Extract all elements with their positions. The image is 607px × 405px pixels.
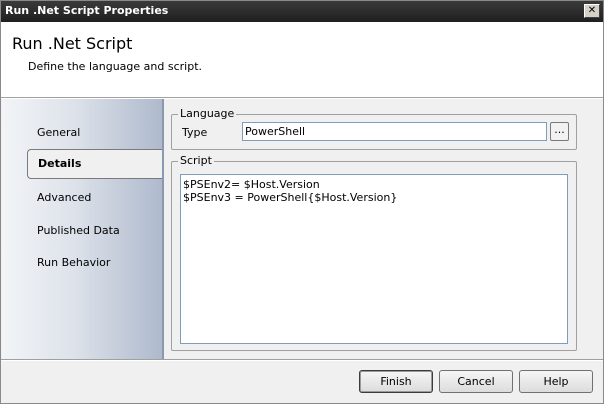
sidebar-item-general[interactable]: General [37,126,80,139]
window-title: Run .Net Script Properties [5,4,169,17]
script-editor[interactable]: $PSEnv2= $Host.Version $PSEnv3 = PowerSh… [180,174,568,344]
page-subtitle: Define the language and script. [28,60,203,73]
sidebar-nav: General Details Advanced Published Data … [2,99,164,359]
type-label: Type [182,126,208,139]
sidebar-item-run-behavior[interactable]: Run Behavior [37,256,110,269]
help-button[interactable]: Help [519,370,593,393]
title-bar[interactable]: Run .Net Script Properties ✕ [1,1,603,22]
script-line: $PSEnv2= $Host.Version [183,178,320,191]
sidebar-item-advanced[interactable]: Advanced [37,191,91,204]
page-title: Run .Net Script [12,34,133,53]
sidebar-divider [162,99,164,359]
language-group: Language Type PowerShell ... [171,107,577,150]
browse-language-button[interactable]: ... [550,122,569,141]
close-icon[interactable]: ✕ [584,4,600,18]
footer-divider [1,359,603,361]
finish-button[interactable]: Finish [359,370,433,393]
dialog-header: Run .Net Script Define the language and … [1,22,603,97]
script-group-label: Script [178,154,214,167]
cancel-button[interactable]: Cancel [439,370,513,393]
sidebar-item-details[interactable]: Details [27,149,164,179]
sidebar-item-published-data[interactable]: Published Data [37,224,120,237]
language-group-label: Language [178,107,237,120]
script-group: Script $PSEnv2= $Host.Version $PSEnv3 = … [171,154,577,351]
properties-dialog: Run .Net Script Properties ✕ Run .Net Sc… [0,0,604,404]
language-type-input[interactable]: PowerShell [242,122,547,141]
script-line: $PSEnv3 = PowerShell{$Host.Version} [183,191,398,204]
